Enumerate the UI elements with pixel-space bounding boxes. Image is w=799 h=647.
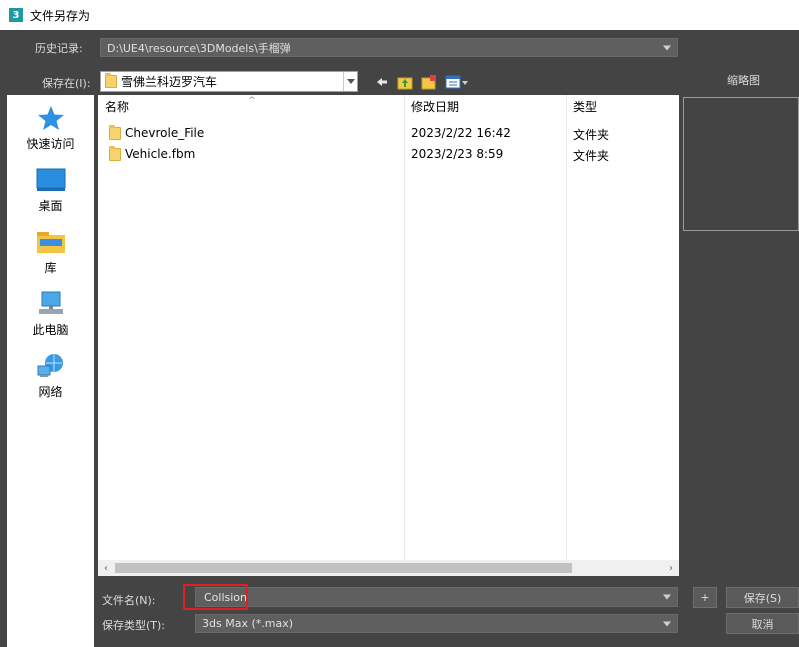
window-title: 文件另存为	[30, 8, 91, 23]
plus-button[interactable]: +	[693, 587, 717, 608]
place-label: 库	[44, 261, 57, 275]
cancel-button[interactable]: 取消	[726, 613, 799, 634]
place-label: 快速访问	[26, 137, 75, 151]
thumbnail-preview	[683, 97, 799, 231]
save-type-value: 3ds Max (*.max)	[202, 617, 293, 630]
file-type: 文件夹	[573, 149, 610, 163]
chevron-down-icon	[663, 45, 671, 50]
history-value: D:\UE4\resource\3DModels\手榴弹	[107, 41, 291, 55]
up-folder-icon[interactable]	[396, 73, 414, 91]
place-label: 此电脑	[32, 323, 69, 337]
history-label: 历史记录:	[35, 42, 83, 55]
folder-icon	[105, 73, 117, 88]
place-this-pc[interactable]: 此电脑	[7, 291, 94, 338]
save-type-label: 保存类型(T):	[102, 619, 166, 632]
network-icon	[36, 353, 66, 379]
scroll-right-icon[interactable]: ›	[664, 561, 678, 575]
thumbnail-label: 缩略图	[727, 74, 760, 87]
star-pin-icon	[36, 105, 66, 131]
file-date: 2023/2/23 8:59	[411, 147, 504, 161]
app-icon: 3	[9, 8, 23, 22]
column-header-date[interactable]: 修改日期	[411, 98, 459, 115]
sort-up-icon: ^	[248, 96, 256, 106]
title-bar: 3 文件另存为	[0, 0, 799, 30]
chevron-down-icon[interactable]	[343, 72, 357, 91]
scroll-left-icon[interactable]: ‹	[99, 561, 113, 575]
file-name-label: 文件名(N):	[102, 594, 156, 607]
horizontal-scrollbar[interactable]: ‹ ›	[98, 560, 679, 576]
column-header-type[interactable]: 类型	[573, 98, 597, 115]
folder-icon	[109, 124, 121, 140]
places-bar: 快速访问 桌面 库 此电脑 网络	[7, 95, 94, 647]
file-name-input[interactable]: Collsion	[195, 587, 678, 607]
new-folder-icon[interactable]	[420, 73, 438, 91]
save-in-label: 保存在(I):	[42, 77, 91, 90]
file-date: 2023/2/22 16:42	[411, 126, 511, 140]
save-in-combobox[interactable]: 雪佛兰科迈罗汽车	[100, 71, 358, 92]
file-row[interactable]: Chevrole_File 2023/2/22 16:42 文件夹	[98, 123, 679, 144]
place-desktop[interactable]: 桌面	[7, 167, 94, 214]
save-button[interactable]: 保存(S)	[726, 587, 799, 608]
back-arrow-icon[interactable]	[375, 73, 389, 91]
file-name: Chevrole_File	[125, 126, 205, 140]
chevron-down-icon[interactable]	[663, 594, 671, 600]
place-library[interactable]: 库	[7, 229, 94, 276]
view-menu-icon[interactable]	[444, 73, 470, 91]
desktop-icon	[36, 167, 66, 193]
library-icon	[36, 229, 66, 255]
file-name-cell: Chevrole_File	[109, 124, 205, 140]
file-type: 文件夹	[573, 128, 610, 142]
computer-icon	[36, 291, 66, 317]
save-in-value: 雪佛兰科迈罗汽车	[121, 75, 218, 89]
scrollbar-thumb[interactable]	[115, 563, 572, 573]
file-name: Vehicle.fbm	[125, 147, 196, 161]
place-quick-access[interactable]: 快速访问	[7, 105, 94, 152]
file-list[interactable]: 名称 ^ 修改日期 类型 Chevrole_File 2023/2/22 16:…	[98, 95, 679, 576]
file-name-cell: Vehicle.fbm	[109, 145, 196, 161]
place-label: 网络	[38, 385, 63, 399]
column-header-name[interactable]: 名称	[105, 98, 129, 115]
file-name-value: Collsion	[204, 590, 248, 604]
place-label: 桌面	[38, 199, 63, 213]
place-network[interactable]: 网络	[7, 353, 94, 400]
chevron-down-icon	[663, 621, 671, 626]
file-row[interactable]: Vehicle.fbm 2023/2/23 8:59 文件夹	[98, 144, 679, 165]
folder-icon	[109, 145, 121, 161]
history-combobox[interactable]: D:\UE4\resource\3DModels\手榴弹	[100, 38, 678, 57]
save-type-combobox[interactable]: 3ds Max (*.max)	[195, 614, 678, 633]
